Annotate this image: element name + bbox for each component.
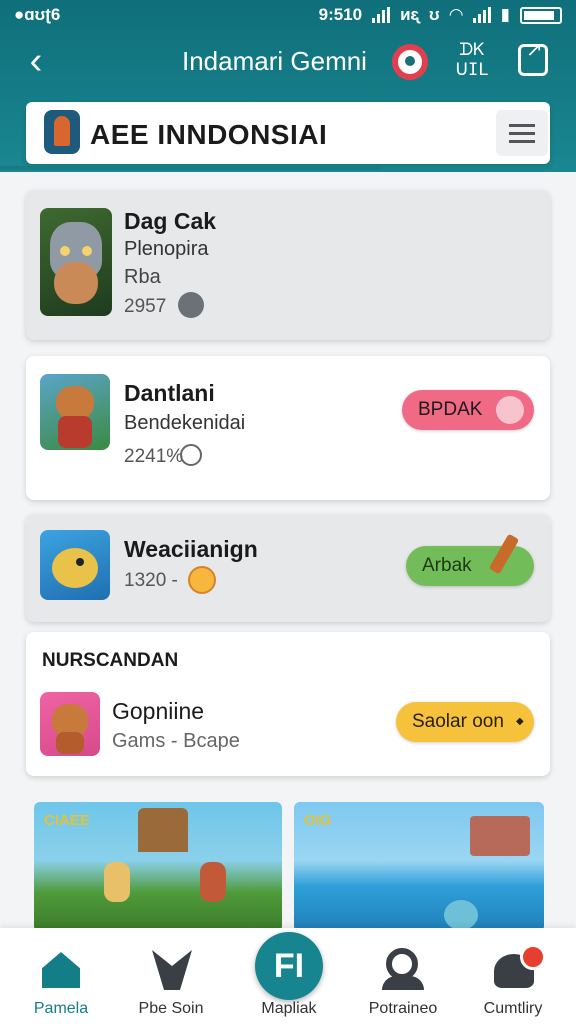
promo-banner-right[interactable]: OIG — [294, 802, 544, 932]
nav-label-map: Mapliak — [261, 1000, 317, 1017]
game-thumbnail-3 — [40, 530, 110, 600]
sword-icon — [488, 533, 520, 575]
map-fab-button[interactable]: FI — [255, 932, 323, 1000]
nav-item-profile[interactable]: Potraineo — [348, 928, 458, 1024]
game-title-3: Weaciianign — [124, 536, 258, 562]
game-meta-3: 1320 - — [124, 570, 178, 591]
header: ‹ Indamari Gemni ᗪᏦ ᑌIL — [0, 34, 576, 92]
game-card-1[interactable]: Dag Cak Plenopira Rba 2957 — [26, 190, 550, 340]
notification-badge-icon — [520, 944, 546, 970]
game-action-label-4: Saolar oon — [412, 711, 504, 732]
home-icon — [42, 952, 80, 988]
status-bar: ●ɑʊʈ6 9:510 ᴎᶓ ʊ ◠ ▮ — [0, 0, 576, 30]
search-text: AEE INNDONSIAI — [90, 119, 328, 150]
game-title-2: Dantlani — [124, 380, 215, 406]
game-thumbnail-4 — [40, 692, 100, 756]
game-meta-2: 2241% — [124, 446, 184, 467]
game-action-button-3[interactable]: Arbak — [406, 533, 534, 586]
nav-label-profile: Potraineo — [368, 1000, 438, 1017]
game-title-1: Dag Cak — [124, 208, 217, 234]
signal-icon — [372, 7, 391, 23]
qr-text-bottom: ᑌIL — [455, 60, 489, 80]
qr-text-top: ᗪᏦ — [459, 40, 485, 60]
nav-label-explore: Pbe Soin — [138, 1000, 204, 1017]
nav-label-home: Pamela — [33, 1000, 89, 1017]
page-title: Indamari Gemni — [182, 46, 367, 76]
game-action-label-2: BPDAK — [418, 399, 483, 420]
game-card-4[interactable]: NURSCANDAN Gopniine Gams - Bcape Saolar … — [26, 632, 550, 776]
game-subtitle-4: Gams - Bcape — [112, 730, 240, 752]
arrow-right-icon: ◆ — [516, 716, 524, 727]
game-thumbnail-1 — [40, 208, 112, 316]
fab-label: FI — [273, 947, 305, 985]
back-button[interactable]: ‹ — [16, 42, 56, 82]
rating-icon — [178, 292, 204, 318]
qr-code-button[interactable]: ᗪᏦ ᑌIL — [452, 40, 492, 82]
status-time: 9:510 — [318, 5, 363, 24]
top-bar: ●ɑʊʈ6 9:510 ᴎᶓ ʊ ◠ ▮ ‹ Indamari Gemni ᗪᏦ… — [0, 0, 576, 172]
smiley-icon — [188, 566, 216, 594]
status-right: 9:510 ᴎᶓ ʊ ◠ ▮ — [319, 5, 562, 25]
game-meta-1: 2957 — [124, 296, 167, 317]
character-image-2 — [200, 862, 226, 902]
alarm-icon: ʊ — [429, 5, 440, 24]
chevron-left-icon: ‹ — [29, 40, 43, 82]
search-bar[interactable]: AEE INNDONSIAI — [26, 102, 550, 164]
game-card-3[interactable]: Weaciianign 1320 - Arbak — [26, 514, 550, 622]
person-body-icon — [382, 976, 424, 990]
sim-icon: ▮ — [500, 5, 510, 24]
nav-item-community[interactable]: Cumtliry — [458, 928, 568, 1024]
game-subtitle-1: Plenopira — [124, 238, 209, 260]
game-subtitle-2: Bendekenidai — [124, 412, 246, 434]
nav-item-explore[interactable]: Pbe Soin — [116, 928, 226, 1024]
game-action-button-2[interactable]: BPDAK — [402, 390, 534, 430]
menu-button[interactable] — [496, 110, 548, 156]
building-image — [470, 816, 530, 856]
status-left-text: ●ɑʊʈ6 — [14, 5, 61, 24]
game-title-4: Gopniine — [112, 698, 205, 724]
carrier-text: ᴎᶓ — [400, 5, 419, 24]
banner-label-left: CIAEE — [44, 812, 90, 829]
game-action-label-3: Arbak — [422, 555, 472, 576]
game-tag-1: Rba — [124, 266, 161, 288]
wifi-icon: ◠ — [449, 5, 463, 24]
clock-icon — [180, 444, 202, 466]
bird-icon — [152, 950, 192, 990]
share-icon[interactable] — [518, 37, 548, 76]
nav-label-community: Cumtliry — [483, 1000, 543, 1017]
banner-label-right: OIG — [304, 812, 332, 829]
tower-image — [138, 808, 188, 852]
promo-banner-left[interactable]: CIAEE — [34, 802, 282, 932]
character-image — [104, 862, 130, 902]
character-image-3 — [444, 900, 478, 930]
game-thumbnail-2 — [40, 374, 110, 450]
game-action-button-4[interactable]: Saolar oon ◆ — [396, 702, 534, 742]
cell-signal-icon — [472, 7, 491, 23]
game-card-2[interactable]: Dantlani Bendekenidai 2241% BPDAK — [26, 356, 550, 500]
pig-icon — [496, 396, 524, 424]
nav-item-home[interactable]: Pamela — [6, 928, 116, 1024]
app-logo-icon — [44, 110, 80, 154]
battery-icon — [520, 6, 562, 24]
section-title: NURSCANDAN — [42, 650, 179, 671]
location-pin-icon[interactable] — [392, 44, 428, 80]
loading-progress-bar — [0, 166, 380, 170]
